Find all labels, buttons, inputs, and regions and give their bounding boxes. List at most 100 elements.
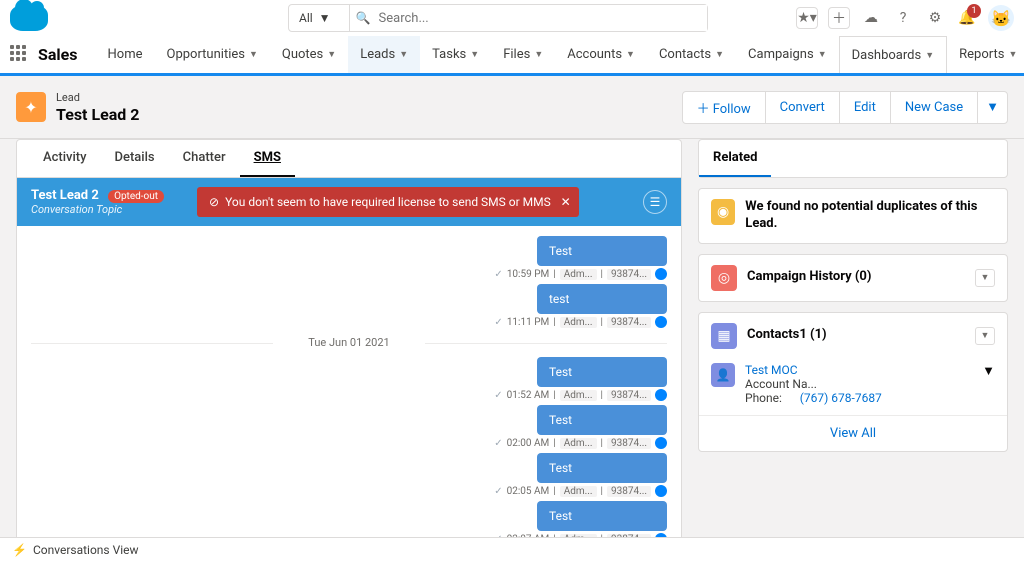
related-title[interactable]: Related xyxy=(699,140,771,177)
contact-phone-label: Phone: xyxy=(745,391,782,405)
convert-button[interactable]: Convert xyxy=(765,91,840,124)
chevron-down-icon: ▼ xyxy=(249,49,258,60)
message-meta: ✓10:59 PM|Adm...|93874... xyxy=(494,268,667,280)
record-title: Test Lead 2 xyxy=(56,105,139,124)
edit-button[interactable]: Edit xyxy=(839,91,891,124)
message-bubble: Test xyxy=(537,357,667,387)
chevron-down-icon: ▼ xyxy=(925,50,934,61)
date-separator: Tue Jun 01 2021 xyxy=(31,336,667,349)
check-icon: ✓ xyxy=(494,390,502,401)
search-scope-select[interactable]: All ▼ xyxy=(289,5,350,31)
duplicates-text: We found no potential duplicates of this… xyxy=(745,199,995,233)
follow-button[interactable]: ＋Follow xyxy=(682,91,766,124)
message-row: Test✓01:52 AM|Adm...|93874... xyxy=(31,357,667,401)
nav-item-reports[interactable]: Reports ▼ xyxy=(947,36,1024,73)
duplicates-icon: ◉ xyxy=(711,199,735,225)
contact-account-label: Account Na... xyxy=(745,377,882,391)
message-row: test ✓11:11 PM|Adm...|93874... xyxy=(31,284,667,328)
chevron-down-icon: ▼ xyxy=(534,49,543,60)
chevron-down-icon: ▼ xyxy=(818,49,827,60)
message-meta: ✓02:00 AM|Adm...|93874... xyxy=(494,437,667,449)
channel-dot-icon xyxy=(655,485,667,497)
setup-gear-icon[interactable]: ⚙ xyxy=(924,7,946,29)
conv-menu-icon[interactable]: ☰ xyxy=(643,190,667,214)
nav-item-files[interactable]: Files ▼ xyxy=(491,36,555,73)
message-bubble: test xyxy=(537,284,667,314)
lightning-icon: ⚡ xyxy=(12,543,27,557)
chevron-down-icon: ▼ xyxy=(470,49,479,60)
related-tab-card: Related xyxy=(698,139,1008,178)
contacts-icon: ▦ xyxy=(711,323,737,349)
prohibit-icon: ⊘ xyxy=(209,195,219,209)
channel-dot-icon xyxy=(655,389,667,401)
new-case-button[interactable]: New Case xyxy=(890,91,978,124)
notif-badge: 1 xyxy=(967,4,981,18)
message-bubble: Test xyxy=(537,453,667,483)
conv-lead-name: Test Lead 2 xyxy=(31,188,99,203)
tab-activity[interactable]: Activity xyxy=(29,140,101,177)
contact-avatar-icon: 👤 xyxy=(711,363,735,387)
user-avatar[interactable]: 🐱 xyxy=(988,5,1014,31)
chevron-down-icon: ▼ xyxy=(715,49,724,60)
message-meta: ✓11:11 PM|Adm...|93874... xyxy=(494,316,667,328)
app-launcher-icon[interactable] xyxy=(10,45,26,65)
check-icon: ✓ xyxy=(494,438,502,449)
app-nav: Sales HomeOpportunities ▼Quotes ▼Leads ▼… xyxy=(0,36,1024,76)
chevron-down-icon: ▼ xyxy=(399,49,408,60)
record-header: ✦ Lead Test Lead 2 ＋Follow Convert Edit … xyxy=(0,76,1024,139)
message-row: Test✓02:00 AM|Adm...|93874... xyxy=(31,405,667,449)
search-input[interactable] xyxy=(371,5,707,31)
close-error-icon[interactable]: ✕ xyxy=(561,195,571,209)
message-meta: ✓02:05 AM|Adm...|93874... xyxy=(494,485,667,497)
contact-name-link[interactable]: Test MOC xyxy=(745,363,798,377)
nav-item-accounts[interactable]: Accounts ▼ xyxy=(555,36,647,73)
chat-stream: Test ✓10:59 PM|Adm...|93874... test ✓11:11 … xyxy=(17,226,681,559)
favorites-icon[interactable]: ★▾ xyxy=(796,7,818,29)
nav-item-contacts[interactable]: Contacts ▼ xyxy=(647,36,736,73)
conversations-view-button[interactable]: Conversations View xyxy=(33,543,139,557)
chevron-down-icon: ▼ xyxy=(327,49,336,60)
global-search[interactable]: All ▼ 🔍 xyxy=(288,4,708,32)
nav-item-dashboards[interactable]: Dashboards ▼ xyxy=(839,36,948,73)
duplicates-card: ◉ We found no potential duplicates of th… xyxy=(698,188,1008,244)
channel-dot-icon xyxy=(655,437,667,449)
chevron-down-icon: ▼ xyxy=(626,49,635,60)
search-scope-label: All xyxy=(299,11,313,25)
campaign-title[interactable]: Campaign History (0) xyxy=(747,269,871,286)
record-type: Lead xyxy=(56,91,80,104)
notifications-icon[interactable]: 🔔1 xyxy=(956,7,978,29)
message-row: Test ✓02:05 AM|Adm...|93874... xyxy=(31,453,667,497)
nav-item-campaigns[interactable]: Campaigns ▼ xyxy=(736,36,839,73)
nav-item-home[interactable]: Home xyxy=(96,36,155,73)
trailhead-icon[interactable]: ☁ xyxy=(860,7,882,29)
opted-out-pill: Opted-out xyxy=(108,190,164,203)
check-icon: ✓ xyxy=(494,269,502,280)
contact-row-menu-button[interactable]: ▼ xyxy=(982,363,995,405)
campaign-menu-button[interactable]: ▼ xyxy=(975,269,995,287)
check-icon: ✓ xyxy=(494,486,502,497)
view-all-link[interactable]: View All xyxy=(699,415,1007,451)
tab-sms[interactable]: SMS xyxy=(240,140,295,177)
nav-item-quotes[interactable]: Quotes ▼ xyxy=(270,36,348,73)
nav-item-opportunities[interactable]: Opportunities ▼ xyxy=(155,36,270,73)
record-actions: ＋Follow Convert Edit New Case ▼ xyxy=(683,91,1008,124)
contacts-menu-button[interactable]: ▼ xyxy=(975,327,995,345)
search-icon: 🔍 xyxy=(356,11,371,25)
app-name: Sales xyxy=(38,45,78,64)
nav-item-leads[interactable]: Leads ▼ xyxy=(348,36,420,73)
add-icon[interactable]: ＋ xyxy=(828,7,850,29)
lead-icon: ✦ xyxy=(16,92,46,122)
tab-chatter[interactable]: Chatter xyxy=(169,140,240,177)
help-icon[interactable]: ? xyxy=(892,7,914,29)
contact-phone-link[interactable]: (767) 678-7687 xyxy=(800,391,882,405)
license-error-banner: ⊘ You don't seem to have required licens… xyxy=(197,187,579,217)
campaign-icon: ◎ xyxy=(711,265,737,291)
nav-item-tasks[interactable]: Tasks ▼ xyxy=(420,36,491,73)
more-actions-button[interactable]: ▼ xyxy=(977,91,1008,124)
contacts-title[interactable]: Contacts1 (1) xyxy=(747,327,827,344)
record-tabs: ActivityDetailsChatterSMS xyxy=(17,140,681,178)
conv-subtitle: Conversation Topic xyxy=(31,203,164,216)
error-text: You don't seem to have required license … xyxy=(225,195,551,209)
message-bubble: Test xyxy=(537,236,667,266)
tab-details[interactable]: Details xyxy=(101,140,169,177)
